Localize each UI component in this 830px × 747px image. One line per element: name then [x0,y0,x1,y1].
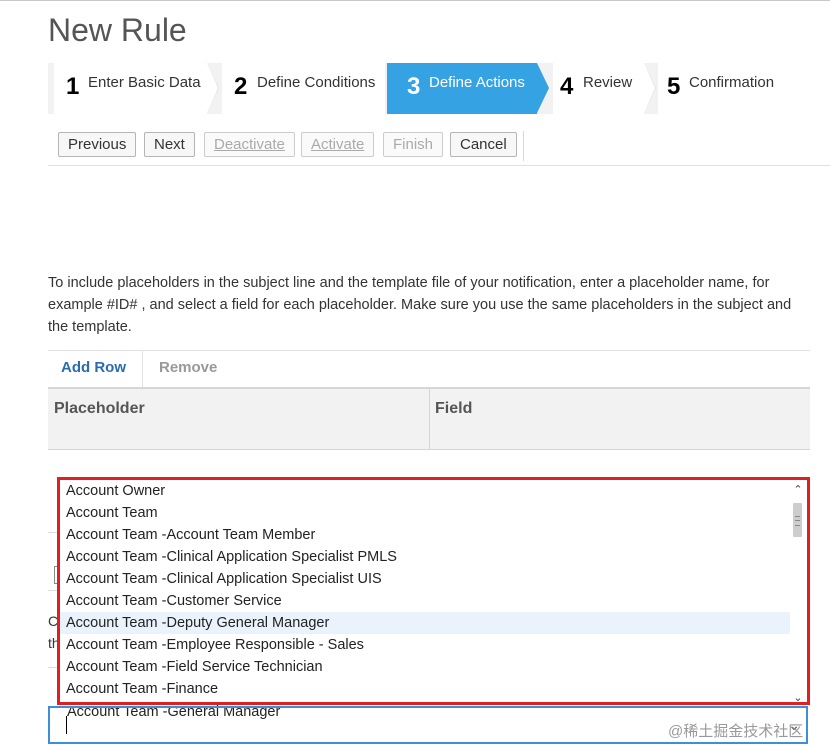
scroll-down-icon[interactable]: ⌄ [792,692,804,704]
dropdown-option[interactable]: Account Team [60,502,790,524]
next-button[interactable]: Next [144,132,195,157]
wizard-steps: 1 Enter Basic Data 2 Define Conditions 3… [48,63,783,114]
dropdown-option[interactable]: Account Team -Customer Service [60,590,790,612]
step-define-conditions[interactable]: 2 Define Conditions [222,63,385,114]
table-actions-divider [142,351,143,387]
scrollbar-thumb[interactable] [793,503,802,537]
remove-link[interactable]: Remove [159,359,217,376]
step-number: 4 [560,73,574,100]
column-header-field: Field [435,400,473,417]
activate-button[interactable]: Activate [301,132,375,157]
step-separator [644,63,655,113]
dropdown-option[interactable]: Account Team -Deputy General Manager [60,612,790,634]
table-actions: Add Row Remove [48,350,810,387]
table-header: Placeholder Field [48,387,810,450]
top-border [0,0,830,1]
text-cursor [66,716,67,734]
dropdown-option[interactable]: Account Team -Clinical Application Speci… [60,568,790,590]
dropdown-scrollbar[interactable]: ⌃ ⌄ [790,480,807,704]
cancel-button[interactable]: Cancel [450,132,517,157]
step-number: 3 [407,73,421,100]
step-number: 2 [234,73,248,100]
step-number: 5 [667,73,681,100]
step-enter-basic-data[interactable]: 1 Enter Basic Data [54,63,207,114]
step-define-actions[interactable]: 3 Define Actions [387,63,537,114]
dropdown-options-list: Account Owner Account Team Account Team … [60,480,790,702]
page-title: New Rule [48,12,187,48]
dropdown-option[interactable]: Account Team -Employee Responsible - Sal… [60,634,790,656]
step-label: Define Conditions [257,74,376,91]
finish-button[interactable]: Finish [383,132,444,157]
step-label: Confirmation [689,74,775,91]
dropdown-option[interactable]: Account Team -Clinical Application Speci… [60,546,790,568]
step-label: Enter Basic Data [88,74,201,91]
toolbar-divider [523,131,524,161]
step-number: 1 [66,73,80,100]
step-active-arrow [537,63,549,113]
scroll-up-icon[interactable]: ⌃ [792,484,804,496]
dropdown-option[interactable]: Account Team -Account Team Member [60,524,790,546]
previous-button[interactable]: Previous [58,132,137,157]
step-review[interactable]: 4 Review [553,63,644,114]
step-confirmation[interactable]: 5 Confirmation [658,63,783,114]
column-divider [429,389,430,450]
action-toolbar: Previous Next Deactivate Activate Finish… [48,125,830,166]
step-label: Define Actions [429,74,525,91]
watermark-text: @稀土掘金技术社区 [668,723,804,740]
column-header-placeholder: Placeholder [54,400,145,417]
field-dropdown: Account Owner Account Team Account Team … [57,477,810,705]
dropdown-option[interactable]: Account Team -Finance [60,678,790,700]
dropdown-option[interactable]: Account Team -Field Service Technician [60,656,790,678]
grip-icon [795,516,800,526]
step-label: Review [583,74,633,91]
add-row-link[interactable]: Add Row [61,359,126,376]
deactivate-button[interactable]: Deactivate [204,132,295,157]
placeholder-instructions: To include placeholders in the subject l… [48,275,792,335]
dropdown-option[interactable]: Account Owner [60,480,790,502]
step-separator [207,63,218,113]
